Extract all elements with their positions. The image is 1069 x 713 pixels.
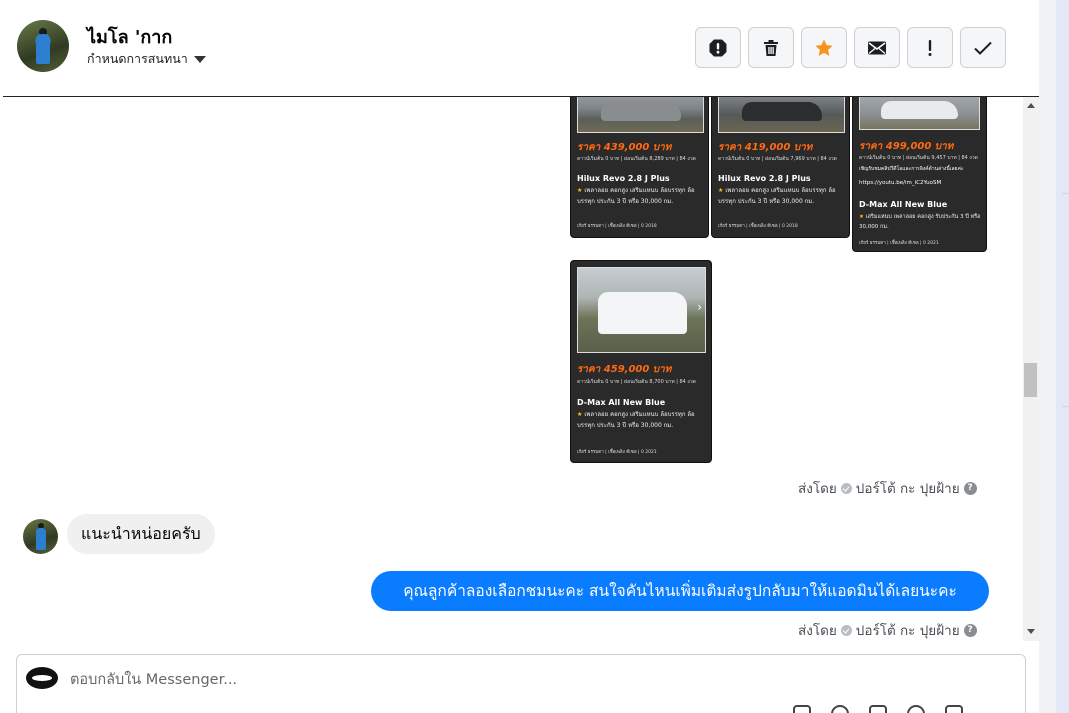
emoji-icon[interactable] — [907, 705, 925, 713]
avatar-figure — [36, 528, 46, 550]
mark-done-button[interactable] — [960, 27, 1006, 68]
car-shape — [881, 101, 958, 119]
star-icon — [815, 39, 833, 56]
car-description: ★ เสริมแหนบ เพลาลอย คอกสูง รับประกัน 3 ป… — [859, 212, 983, 232]
sent-by-label: ส่งโดย ปอร์โต้ กะ ปุยฝ้าย ? — [798, 619, 977, 641]
reply-input[interactable] — [70, 669, 670, 691]
car-description-text: เพลาลอย คอกสูง เสริมแหนบ ล้อบรรทุก ล้อบร… — [577, 187, 695, 205]
add-attachment-icon[interactable] — [793, 705, 811, 713]
scroll-up-arrow-icon[interactable] — [1027, 103, 1035, 108]
reply-composer — [16, 654, 1026, 713]
car-description-text: เพลาลอย คอกสูง เสริมแหนบ ล้อบรรทุก ล้อบร… — [577, 411, 695, 429]
car-description: ★ เพลาลอย คอกสูง เสริมแหนบ ล้อบรรทุก ล้อ… — [718, 186, 846, 207]
car-card[interactable]: ราคา 439,000 บาท ดาวน์เริ่มต้น 0 บาท | ผ… — [570, 97, 709, 238]
star-icon: ★ — [577, 187, 583, 194]
outgoing-message[interactable]: คุณลูกค้าลองเลือกชมนะคะ สนใจคันไหนเพิ่มเ… — [371, 571, 989, 611]
car-description: ★ เพลาลอย คอกสูง เสริมแหนบ ล้อบรรทุก ล้อ… — [577, 186, 705, 207]
car-card[interactable]: › ราคา 459,000 บาท ดาวน์เริ่มต้น 0 บาท |… — [570, 260, 712, 463]
attach-file-icon[interactable] — [831, 705, 849, 713]
car-card[interactable]: ราคา 419,000 บาท ดาวน์เริ่มต้น 0 บาท | ผ… — [711, 97, 850, 238]
spam-button[interactable] — [695, 27, 741, 68]
car-photo — [577, 97, 704, 133]
delete-button[interactable] — [748, 27, 794, 68]
car-description: ★ เพลาลอย คอกสูง เสริมแหนบ ล้อบรรทุก ล้อ… — [577, 410, 705, 431]
conversation-header: ไมโล 'กาก กำหนดการสนทนา — [3, 0, 1039, 97]
car-model: Hilux Revo 2.8 J Plus — [718, 174, 811, 183]
saved-reply-icon[interactable] — [869, 705, 887, 713]
like-icon[interactable] — [945, 705, 963, 713]
right-panel-edge — [1039, 0, 1069, 713]
star-button[interactable] — [801, 27, 847, 68]
car-description-text: เพลาลอย คอกสูง เสริมแหนบ ล้อบรรทุก ล้อบร… — [718, 187, 836, 205]
car-description-text: เสริมแหนบ เพลาลอย คอกสูง รับประกัน 3 ปี … — [859, 214, 981, 230]
car-video-note: เชิญรับชมคลิปวีดีโอและการลิงค์ด้านล่างนี… — [859, 166, 964, 172]
scroll-down-arrow-icon[interactable] — [1027, 629, 1035, 634]
car-model: D-Max All New Blue — [577, 398, 666, 407]
car-footer: เกียร์ ธรรมดา | เชื้อเพลิง ดีเซล | 0 202… — [577, 450, 657, 455]
car-footer: เกียร์ ธรรมดา | เชื้อเพลิง ดีเซล | 0 201… — [718, 224, 798, 229]
car-price: ราคา 439,000 บาท — [577, 142, 672, 153]
envelope-icon — [868, 41, 886, 54]
assign-conversation-dropdown[interactable]: กำหนดการสนทนา — [87, 49, 206, 69]
message-thread[interactable]: ราคา 439,000 บาท ดาวน์เริ่มต้น 0 บาท | ผ… — [3, 97, 1039, 641]
car-photo — [859, 97, 980, 130]
car-model: D-Max All New Blue — [859, 200, 948, 209]
car-card[interactable]: ราคา 499,000 บาท ดาวน์เริ่มต้น 0 บาท | ผ… — [852, 97, 987, 252]
sent-by-prefix: ส่งโดย — [798, 481, 837, 497]
sent-by-name: ปอร์โต้ กะ ปุยฝ้าย — [855, 481, 960, 497]
contact-name[interactable]: ไมโล 'กาก — [87, 22, 172, 51]
help-icon[interactable]: ? — [963, 623, 977, 637]
incoming-message[interactable]: แนะนำหน่อยครับ — [67, 514, 215, 554]
star-icon: ★ — [718, 187, 724, 194]
car-price: ราคา 459,000 บาท — [577, 364, 672, 375]
divider — [1062, 406, 1069, 407]
exclamation-icon — [928, 39, 932, 56]
car-terms: ดาวน์เริ่มต้น 0 บาท | ผ่อนเริ่มต้น 8,289… — [577, 156, 696, 162]
check-circle-icon — [840, 624, 852, 636]
divider — [1062, 193, 1069, 194]
car-terms: ดาวน์เริ่มต้น 0 บาท | ผ่อนเริ่มต้น 7,969… — [718, 156, 837, 162]
car-shape — [600, 101, 681, 121]
car-shape — [598, 291, 688, 334]
avatar-figure — [36, 34, 50, 64]
assign-label: กำหนดการสนทนา — [87, 51, 188, 66]
star-icon: ★ — [859, 214, 864, 220]
car-video-link[interactable]: https://youtu.be/im_iC2YuoSM — [859, 180, 941, 186]
follow-up-button[interactable] — [907, 27, 953, 68]
chevron-right-icon[interactable]: › — [697, 300, 702, 314]
sender-avatar[interactable] — [23, 519, 58, 554]
page-logo — [26, 667, 58, 689]
car-terms: ดาวน์เริ่มต้น 0 บาท | ผ่อนเริ่มต้น 8,700… — [577, 379, 696, 385]
sent-by-label: ส่งโดย ปอร์โต้ กะ ปุยฝ้าย ? — [798, 477, 977, 499]
mark-unread-button[interactable] — [854, 27, 900, 68]
sent-by-prefix: ส่งโดย — [798, 623, 837, 639]
chevron-down-icon — [193, 55, 206, 63]
star-icon: ★ — [577, 411, 583, 418]
car-price: ราคา 419,000 บาท — [718, 142, 813, 153]
inbox-conversation-view: ไมโล 'กาก กำหนดการสนทนา ราคา 439,000 บาท… — [0, 0, 1069, 713]
help-icon[interactable]: ? — [963, 481, 977, 495]
car-shape — [741, 101, 822, 121]
trash-icon — [764, 39, 778, 56]
header-actions — [695, 27, 1006, 68]
scrollbar[interactable] — [1023, 97, 1039, 641]
avatar[interactable] — [17, 20, 69, 72]
car-photo: › — [577, 267, 706, 353]
scrollbar-thumb[interactable] — [1024, 363, 1037, 397]
check-circle-icon — [840, 482, 852, 494]
car-footer: เกียร์ ธรรมดา | เชื้อเพลิง ดีเซล | 0 201… — [577, 224, 657, 229]
alert-circle-icon — [709, 39, 727, 56]
car-price: ราคา 499,000 บาท — [859, 141, 954, 152]
panel-edge — [1056, 0, 1069, 713]
sent-by-name: ปอร์โต้ กะ ปุยฝ้าย — [855, 623, 960, 639]
car-terms: ดาวน์เริ่มต้น 0 บาท | ผ่อนเริ่มต้น 9,457… — [859, 155, 978, 161]
checkmark-icon — [974, 41, 992, 55]
composer-tools — [793, 705, 963, 713]
car-model: Hilux Revo 2.8 J Plus — [577, 174, 670, 183]
car-photo — [718, 97, 845, 133]
car-footer: เกียร์ ธรรมดา | เชื้อเพลิง ดีเซล | 0 202… — [859, 241, 939, 246]
